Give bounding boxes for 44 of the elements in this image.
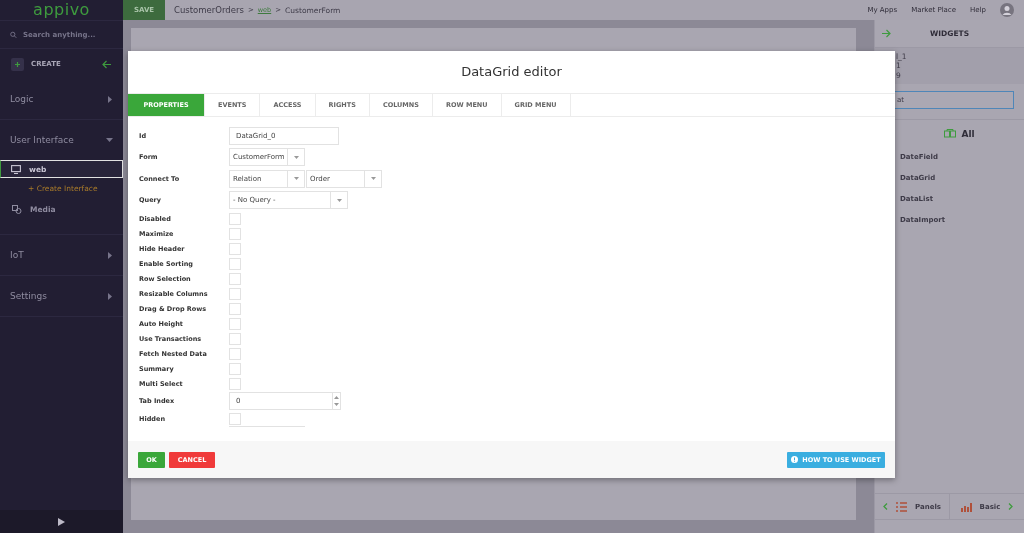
caret-down-icon <box>293 155 299 159</box>
spinner-arrows-icon[interactable] <box>333 394 339 408</box>
checkbox[interactable] <box>229 317 241 330</box>
arrow-right-icon[interactable] <box>881 29 891 38</box>
avatar[interactable] <box>1000 3 1014 17</box>
caret-right-icon <box>108 251 113 259</box>
plus-icon[interactable] <box>11 57 24 71</box>
info-icon <box>791 456 799 463</box>
sidebar-section[interactable]: Settings <box>0 276 123 316</box>
caret-right-icon <box>108 95 113 103</box>
checkbox[interactable] <box>229 332 241 345</box>
checkbox[interactable] <box>229 242 241 255</box>
arrow-left-icon[interactable] <box>102 59 112 69</box>
play-icon[interactable] <box>58 517 65 526</box>
monitor-icon <box>11 164 21 174</box>
list-icon <box>896 501 907 512</box>
widgets-icon[interactable] <box>944 129 957 138</box>
checkbox[interactable] <box>229 362 241 375</box>
checkbox[interactable] <box>229 412 241 425</box>
checkbox[interactable] <box>229 287 241 300</box>
sidebar-section[interactable]: IoT <box>0 235 123 275</box>
checkbox[interactable] <box>229 302 241 315</box>
chevron-left-icon[interactable] <box>883 503 888 510</box>
caret-right-icon <box>108 292 113 300</box>
dialog-title: DataGrid editor <box>460 63 563 81</box>
search-icon <box>10 30 17 39</box>
chevron-right-icon[interactable] <box>1008 503 1014 510</box>
checkbox[interactable] <box>229 212 241 225</box>
media-icon <box>12 205 22 214</box>
sidebar-section[interactable]: User Interface <box>0 120 123 160</box>
sidebar-section[interactable]: Logic <box>0 79 123 119</box>
checkbox[interactable] <box>229 257 241 270</box>
app-logo: appivo <box>32 0 91 20</box>
checkbox[interactable] <box>229 377 241 390</box>
checkbox[interactable] <box>229 227 241 240</box>
caret-down-icon <box>336 198 342 202</box>
bar-chart-icon <box>960 501 972 512</box>
checkbox[interactable] <box>229 272 241 285</box>
breadcrumb-item: CustomerOrders <box>174 5 244 15</box>
checkbox[interactable] <box>229 347 241 360</box>
caret-down-icon <box>106 137 113 143</box>
caret-down-icon <box>293 177 299 181</box>
caret-down-icon <box>370 177 376 181</box>
category-label: All <box>961 128 975 139</box>
